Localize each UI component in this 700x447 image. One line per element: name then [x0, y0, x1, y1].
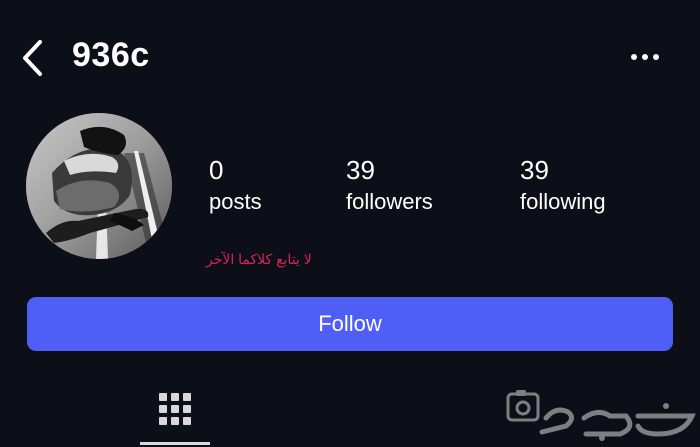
more-options-button[interactable] — [628, 45, 662, 69]
grid-icon — [159, 393, 191, 425]
follow-button[interactable]: Follow — [27, 297, 673, 351]
profile-username: 936c — [72, 36, 150, 74]
stat-posts[interactable]: 0 posts — [209, 155, 262, 216]
mutual-follow-note: لا يتابع كلاكما الآخر — [206, 251, 312, 267]
profile-avatar[interactable] — [26, 113, 172, 259]
profile-photo-image — [26, 113, 172, 259]
chevron-left-icon — [23, 40, 42, 76]
haraj-watermark-logo — [506, 388, 696, 444]
tab-posts-grid[interactable] — [158, 391, 192, 427]
stat-followers[interactable]: 39 followers — [346, 155, 433, 216]
back-button[interactable] — [16, 38, 50, 78]
posts-count: 0 — [209, 155, 224, 185]
following-label: following — [520, 189, 606, 214]
posts-label: posts — [209, 189, 262, 214]
top-bar: 936c — [0, 0, 700, 115]
stat-following[interactable]: 39 following — [520, 155, 606, 216]
ellipsis-icon — [631, 54, 659, 60]
following-count: 39 — [520, 155, 549, 185]
active-tab-indicator — [140, 442, 210, 445]
followers-count: 39 — [346, 155, 375, 185]
followers-label: followers — [346, 189, 433, 214]
profile-screen: 936c 0 posts 39 followers 39 following ل… — [0, 0, 700, 447]
